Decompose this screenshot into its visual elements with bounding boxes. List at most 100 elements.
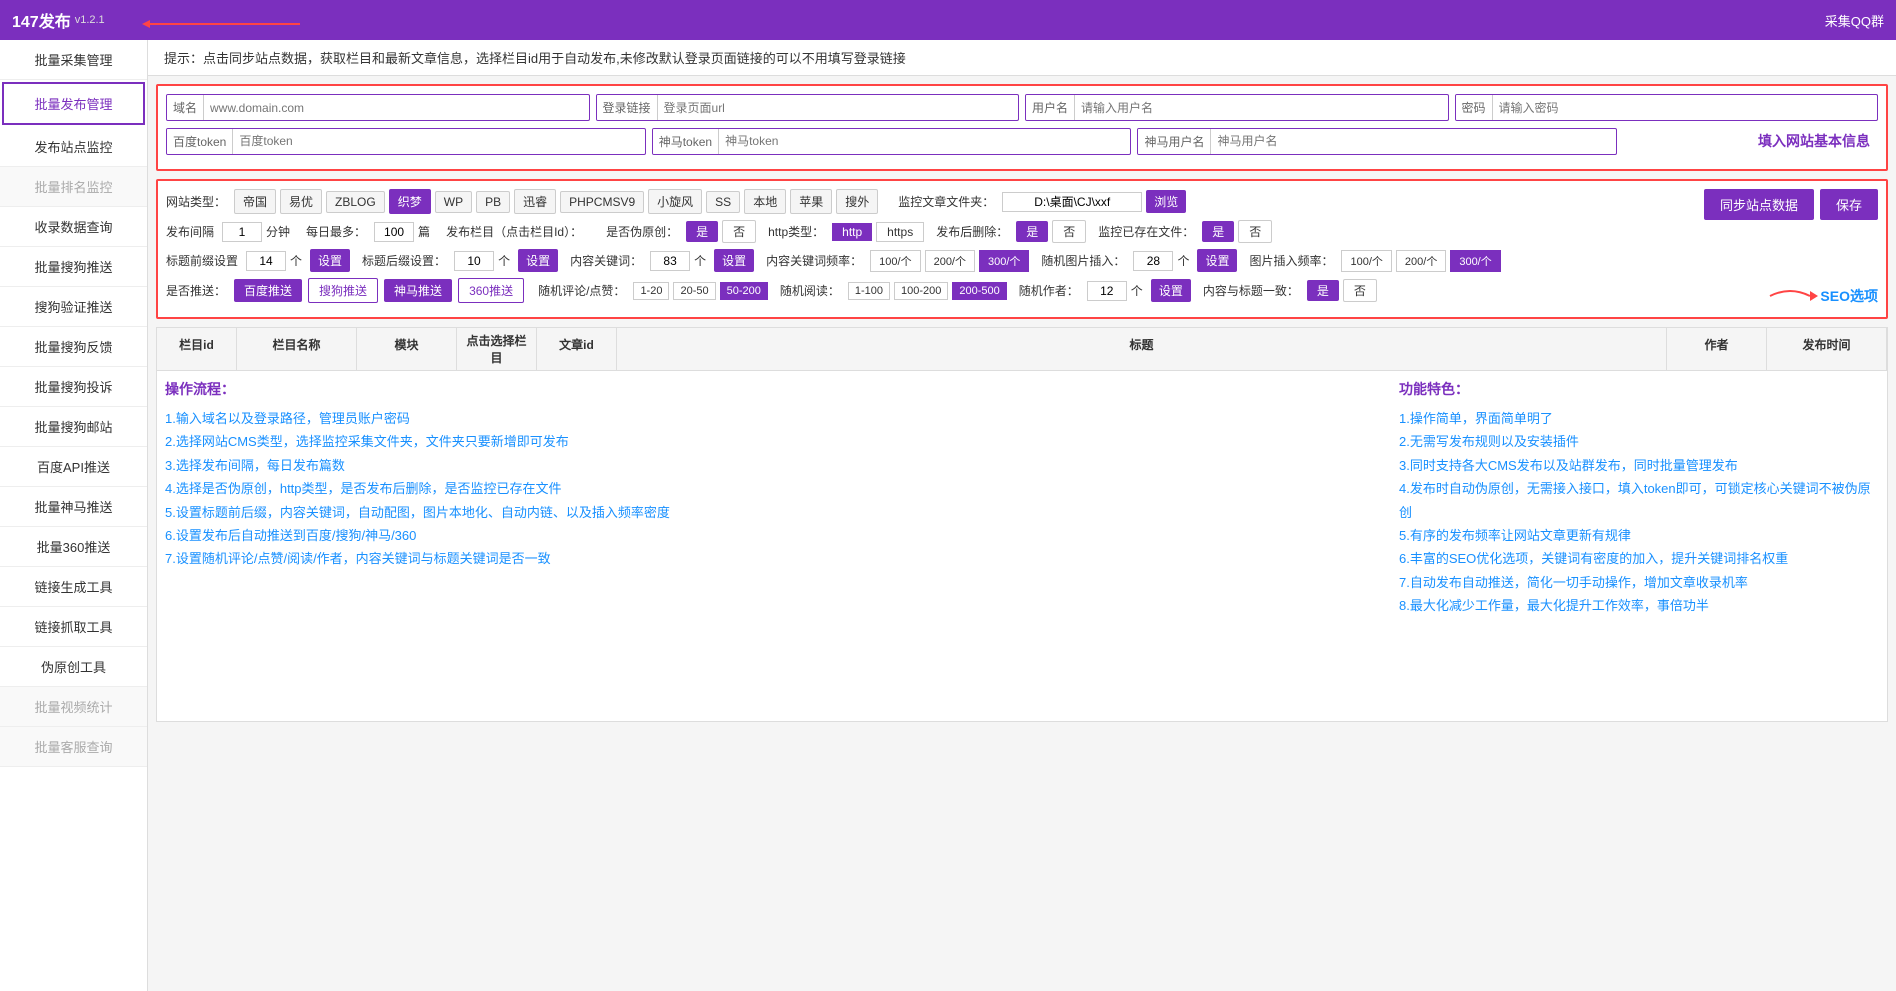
comment-20-50-btn[interactable]: 20-50 — [673, 282, 715, 300]
monitor-label: 监控文章文件夹： — [898, 193, 994, 210]
daily-max-input[interactable] — [374, 222, 414, 242]
match-yes-btn[interactable]: 是 — [1307, 280, 1339, 301]
comment-1-20-btn[interactable]: 1-20 — [633, 282, 669, 300]
save-button[interactable]: 保存 — [1820, 189, 1878, 220]
notice-text: 提示：点击同步站点数据，获取栏目和最新文章信息，选择栏目id用于自动发布,未修改… — [164, 51, 906, 66]
push-360-btn[interactable]: 360推送 — [458, 278, 524, 303]
cms-apple[interactable]: 苹果 — [790, 189, 832, 214]
shenma-user-input[interactable] — [1211, 130, 1616, 152]
sidebar-item-sogou-push[interactable]: 批量搜狗推送 — [0, 247, 147, 287]
keyword-label: 内容关键词： — [570, 252, 642, 269]
username-input[interactable] — [1075, 97, 1447, 119]
random-img-set-btn[interactable]: 设置 — [1197, 249, 1237, 272]
monitor-no-btn[interactable]: 否 — [1238, 220, 1272, 243]
interval-input[interactable] — [222, 222, 262, 242]
https-btn[interactable]: https — [876, 222, 924, 242]
img-freq-200-btn[interactable]: 200/个 — [1396, 250, 1446, 272]
ops-step-6: 6.设置发布后自动推送到百度/搜狗/神马/360 — [165, 524, 1383, 547]
delete-after-label: 发布后删除： — [936, 223, 1008, 240]
http-btn[interactable]: http — [832, 223, 872, 241]
keyword-input[interactable] — [650, 251, 690, 271]
baidu-token-field: 百度token — [166, 128, 646, 155]
read-100-200-btn[interactable]: 100-200 — [894, 282, 948, 300]
cms-ss[interactable]: SS — [706, 191, 740, 213]
fill-info-btn[interactable]: 填入网站基本信息 — [1623, 127, 1878, 155]
browse-button[interactable]: 浏览 — [1146, 190, 1186, 213]
content-match-label: 内容与标题一致： — [1203, 282, 1299, 299]
username-label: 用户名 — [1026, 95, 1075, 120]
cms-empire[interactable]: 帝国 — [234, 189, 276, 214]
sidebar-item-360[interactable]: 批量360推送 — [0, 527, 147, 567]
keyword-freq-200-btn[interactable]: 200/个 — [925, 250, 975, 272]
keyword-freq-300-btn[interactable]: 300/个 — [979, 250, 1029, 272]
read-1-100-btn[interactable]: 1-100 — [848, 282, 890, 300]
author-set-btn[interactable]: 设置 — [1151, 279, 1191, 302]
img-freq-100-btn[interactable]: 100/个 — [1341, 250, 1391, 272]
sogou-push-btn[interactable]: 搜狗推送 — [308, 278, 378, 303]
sidebar-item-shenma[interactable]: 批量神马推送 — [0, 487, 147, 527]
col-title: 标题 — [617, 328, 1667, 370]
features-section: 功能特色： 1.操作简单，界面简单明了 2.无需写发布规则以及安装插件 3.同时… — [1399, 379, 1879, 713]
sidebar-item-sogou-feedback[interactable]: 批量搜狗反馈 — [0, 327, 147, 367]
match-no-btn[interactable]: 否 — [1343, 279, 1377, 302]
col-module: 模块 — [357, 328, 457, 370]
login-input[interactable] — [658, 97, 1018, 119]
comment-50-200-btn[interactable]: 50-200 — [720, 282, 768, 300]
sync-button[interactable]: 同步站点数据 — [1704, 189, 1814, 220]
sidebar-item-index[interactable]: 收录数据查询 — [0, 207, 147, 247]
site-settings-section: 同步站点数据 保存 网站类型： 帝国 易优 ZBLOG 织梦 WP PB 迅睿 … — [156, 179, 1888, 319]
shenma-token-input[interactable] — [719, 130, 1130, 152]
title-suffix-set-btn[interactable]: 设置 — [518, 249, 558, 272]
read-200-500-btn[interactable]: 200-500 — [952, 282, 1006, 300]
password-input[interactable] — [1493, 97, 1877, 119]
keyword-freq-label: 内容关键词频率： — [766, 252, 862, 269]
domain-input[interactable] — [204, 97, 588, 119]
baidu-push-btn[interactable]: 百度推送 — [234, 279, 302, 302]
sidebar-item-sogou-verify[interactable]: 搜狗验证推送 — [0, 287, 147, 327]
title-prefix-input[interactable] — [246, 251, 286, 271]
cms-xiaoxuanfeng[interactable]: 小旋风 — [648, 189, 702, 214]
fake-yes-btn[interactable]: 是 — [686, 221, 718, 242]
shenma-push-btn[interactable]: 神马推送 — [384, 279, 452, 302]
fake-no-btn[interactable]: 否 — [722, 220, 756, 243]
password-label: 密码 — [1456, 95, 1493, 120]
keyword-freq-100-btn[interactable]: 100/个 — [870, 250, 920, 272]
sidebar-item-sogou-mail[interactable]: 批量搜狗邮站 — [0, 407, 147, 447]
col-column-id: 栏目id — [157, 328, 237, 370]
title-suffix-input[interactable] — [454, 251, 494, 271]
seo-label: SEO选项 — [1820, 286, 1878, 306]
delete-no-btn[interactable]: 否 — [1052, 220, 1086, 243]
delete-yes-btn[interactable]: 是 — [1016, 221, 1048, 242]
cms-dedecms[interactable]: 织梦 — [389, 189, 431, 214]
random-img-input[interactable] — [1133, 251, 1173, 271]
cms-yiyou[interactable]: 易优 — [280, 189, 322, 214]
feature-item-5: 5.有序的发布频率让网站文章更新有规律 — [1399, 524, 1879, 547]
sidebar-item-collect[interactable]: 批量采集管理 — [0, 40, 147, 80]
title-prefix-set-btn[interactable]: 设置 — [310, 249, 350, 272]
sidebar-item-link-gen[interactable]: 链接生成工具 — [0, 567, 147, 607]
sidebar-item-pseudo[interactable]: 伪原创工具 — [0, 647, 147, 687]
ops-title: 操作流程： — [165, 379, 1383, 399]
monitor-yes-btn[interactable]: 是 — [1202, 221, 1234, 242]
sidebar-item-sogou-complaint[interactable]: 批量搜狗投诉 — [0, 367, 147, 407]
sidebar-item-monitor[interactable]: 发布站点监控 — [0, 127, 147, 167]
author-input[interactable] — [1087, 281, 1127, 301]
cms-wp[interactable]: WP — [435, 191, 472, 213]
sidebar-item-link-grab[interactable]: 链接抓取工具 — [0, 607, 147, 647]
keyword-set-btn[interactable]: 设置 — [714, 249, 754, 272]
seo-annotation: SEO选项 — [1760, 281, 1878, 311]
monitor-path-input[interactable] — [1002, 192, 1142, 212]
cms-pb[interactable]: PB — [476, 191, 510, 213]
sidebar-item-publish[interactable]: 批量发布管理 — [2, 82, 145, 125]
img-freq-300-btn[interactable]: 300/个 — [1450, 250, 1500, 272]
cms-xunrui[interactable]: 迅睿 — [514, 189, 556, 214]
baidu-token-input[interactable] — [233, 130, 644, 152]
col-publish-time: 发布时间 — [1767, 328, 1887, 370]
cms-local[interactable]: 本地 — [744, 189, 786, 214]
cms-phpcmsv9[interactable]: PHPCMSV9 — [560, 191, 644, 213]
cms-souwai[interactable]: 搜外 — [836, 189, 878, 214]
header-right-text[interactable]: 采集QQ群 — [1825, 11, 1884, 30]
basic-info-section: 域名 登录链接 用户名 密码 百度token — [156, 84, 1888, 171]
cms-zblog[interactable]: ZBLOG — [326, 191, 385, 213]
sidebar-item-baidu-api[interactable]: 百度API推送 — [0, 447, 147, 487]
